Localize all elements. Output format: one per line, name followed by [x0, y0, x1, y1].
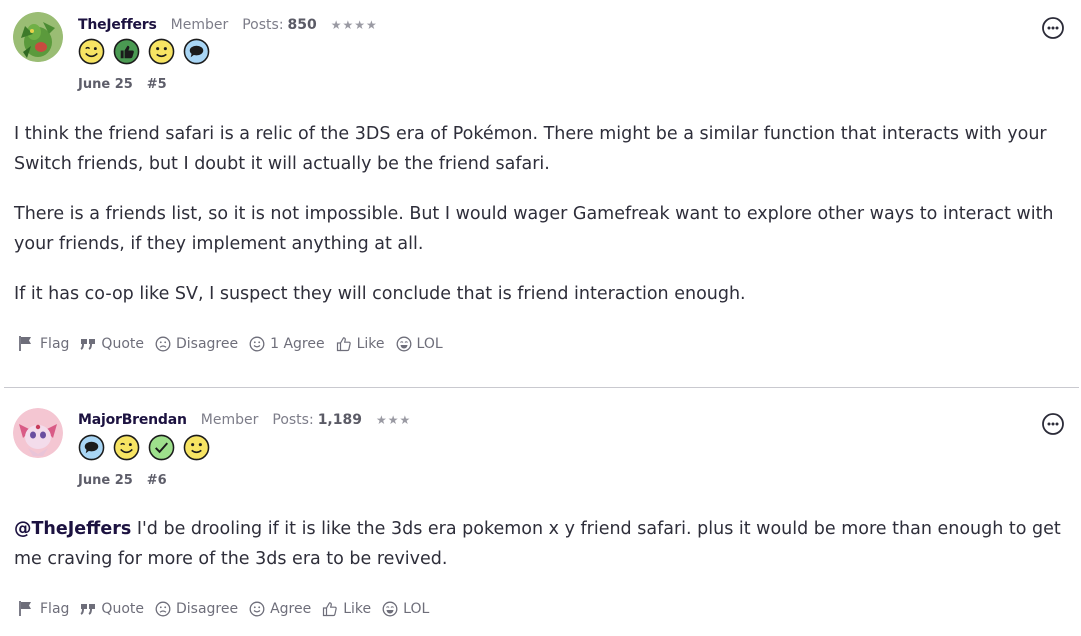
lol-label: LOL: [416, 335, 443, 352]
post-meta: June 25 #5: [78, 77, 167, 92]
badge-row: [78, 434, 210, 461]
flag-label: Flag: [40, 600, 70, 617]
post-body: @TheJeffers I'd be drooling if it is lik…: [14, 514, 1070, 594]
posts-count: 1,189: [317, 412, 362, 428]
user-role: Member: [200, 412, 259, 428]
like-button[interactable]: Like: [336, 336, 385, 352]
post-divider: [4, 387, 1079, 388]
smile-face-icon: [249, 336, 265, 351]
post-paragraph: I think the friend safari is a relic of …: [14, 124, 1047, 174]
agree-label: 1 Agree: [270, 335, 325, 352]
thumbs-up-icon[interactable]: [113, 38, 140, 65]
laughing-face-icon: [396, 336, 411, 351]
post-number[interactable]: #6: [147, 473, 167, 488]
post-date[interactable]: June 25: [78, 473, 133, 488]
agree-label: Agree: [270, 600, 312, 617]
lol-button[interactable]: LOL: [382, 601, 429, 617]
wink-face-icon[interactable]: [78, 38, 105, 65]
quote-button[interactable]: Quote: [80, 336, 144, 352]
post-5: TheJeffers Member Posts: 850 ★★★★ June 2…: [0, 0, 1081, 388]
user-mention[interactable]: @TheJeffers: [14, 519, 131, 539]
speech-bubble-icon[interactable]: [78, 434, 105, 461]
lol-label: LOL: [403, 600, 430, 617]
quote-label: Quote: [101, 335, 144, 352]
user-role: Member: [170, 17, 229, 33]
post-actions: Flag Quote Disagree: [18, 600, 440, 617]
disagree-button[interactable]: Disagree: [155, 601, 238, 617]
like-label: Like: [343, 600, 372, 617]
badge-row: [78, 38, 210, 65]
disagree-button[interactable]: Disagree: [155, 336, 238, 352]
quote-icon: [80, 603, 96, 615]
posts-count: 850: [287, 17, 317, 33]
avatar[interactable]: [13, 12, 63, 62]
post-date[interactable]: June 25: [78, 77, 133, 92]
like-label: Like: [356, 335, 385, 352]
disagree-label: Disagree: [175, 335, 239, 352]
posts-label: Posts:: [272, 412, 314, 428]
thumbs-up-icon: [336, 336, 351, 351]
post-actions: Flag Quote Disagree: [18, 335, 454, 352]
post-text: I'd be drooling if it is like the 3ds er…: [14, 519, 1061, 569]
smile-face-icon: [249, 601, 265, 616]
username[interactable]: TheJeffers: [78, 17, 157, 33]
quote-button[interactable]: Quote: [80, 601, 144, 617]
post-paragraph: If it has co-op like SV, I suspect they …: [14, 284, 746, 304]
avatar[interactable]: [13, 408, 63, 458]
post-body: I think the friend safari is a relic of …: [14, 119, 1070, 329]
flag-label: Flag: [40, 335, 70, 352]
more-options-icon[interactable]: [1041, 412, 1065, 436]
post-6: MajorBrendan Member Posts: 1,189 ★★★ Jun…: [0, 390, 1081, 636]
like-button[interactable]: Like: [322, 601, 371, 617]
flag-icon: [19, 601, 31, 616]
agree-button[interactable]: 1 Agree: [249, 336, 325, 352]
lol-button[interactable]: LOL: [396, 336, 443, 352]
quote-label: Quote: [101, 600, 144, 617]
posts-label: Posts:: [242, 17, 284, 33]
post-paragraph: There is a friends list, so it is not im…: [14, 204, 1054, 254]
flag-button[interactable]: Flag: [18, 600, 69, 617]
post-number[interactable]: #5: [147, 77, 167, 92]
username[interactable]: MajorBrendan: [78, 412, 187, 428]
flag-button[interactable]: Flag: [18, 335, 69, 352]
post-meta: June 25 #6: [78, 473, 167, 488]
laughing-face-icon: [382, 601, 398, 616]
more-options-icon[interactable]: [1041, 16, 1065, 40]
quote-icon: [80, 338, 96, 350]
checkmark-icon[interactable]: [148, 434, 175, 461]
wink-face-icon[interactable]: [113, 434, 140, 461]
frown-face-icon: [155, 336, 171, 351]
smile-face-icon[interactable]: [183, 434, 210, 461]
smile-face-icon[interactable]: [148, 38, 175, 65]
agree-button[interactable]: Agree: [249, 601, 311, 617]
user-info: MajorBrendan Member Posts: 1,189 ★★★: [78, 412, 411, 428]
speech-bubble-icon[interactable]: [183, 38, 210, 65]
user-info: TheJeffers Member Posts: 850 ★★★★: [78, 17, 378, 33]
post-paragraph: @TheJeffers I'd be drooling if it is lik…: [14, 514, 1070, 574]
rank-stars: ★★★: [375, 413, 412, 427]
rank-stars: ★★★★: [330, 18, 378, 32]
disagree-label: Disagree: [175, 600, 239, 617]
thumbs-up-icon: [323, 601, 337, 616]
flag-icon: [19, 336, 31, 351]
frown-face-icon: [155, 601, 171, 616]
